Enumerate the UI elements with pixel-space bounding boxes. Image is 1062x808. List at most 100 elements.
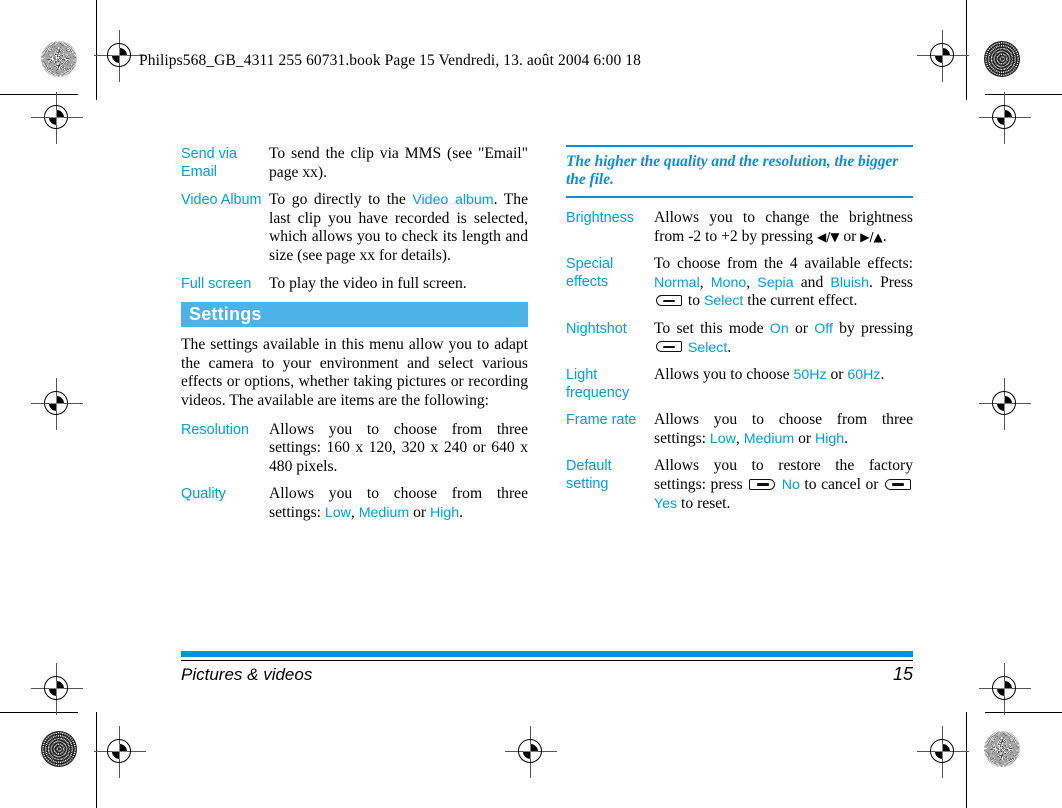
registration-crosshair-bottom-right	[917, 726, 969, 778]
section-heading-settings: Settings	[181, 302, 528, 328]
definition-description: To choose from the 4 available effects: …	[654, 255, 913, 311]
highlighted-value: 50Hz	[793, 367, 827, 384]
definition-description: To send the clip via MMS (see "Email" pa…	[269, 145, 528, 182]
definition-term: Full screen	[181, 275, 252, 292]
description-text: .	[459, 503, 464, 521]
definition-term: Nightshot	[566, 320, 627, 337]
definition-term: Special effects	[566, 256, 614, 290]
highlighted-value: Bluish	[830, 274, 870, 291]
page-footer: Pictures & videos 15	[181, 651, 913, 685]
description-text: Allows you to choose from three settings…	[269, 420, 528, 475]
footer-text-row: Pictures & videos 15	[181, 664, 913, 685]
description-text: or	[839, 227, 861, 245]
note-text: The higher the quality and the resolutio…	[566, 153, 899, 188]
highlighted-value: Mono	[710, 274, 747, 291]
definition-term: Brightness	[566, 210, 634, 226]
definition-row: Frame rate Allows you to choose from thre…	[566, 411, 913, 448]
definition-description: Allows you to choose from three settings…	[269, 421, 528, 477]
left-column: Send via Email To send the clip via MMS (…	[181, 145, 528, 532]
description-text: and	[793, 273, 831, 291]
registration-crosshair-top-right	[917, 30, 969, 82]
description-text: To set this mode	[654, 319, 770, 337]
definition-row: Full screen To play the video in full scr…	[181, 275, 528, 294]
registration-crosshair-upper-right	[979, 92, 1031, 144]
registration-crosshair-lower-right	[979, 663, 1031, 715]
highlighted-value: Low	[324, 504, 351, 521]
description-text: or	[826, 366, 848, 384]
description-text: to reset.	[677, 494, 731, 512]
definition-term: Quality	[181, 486, 226, 503]
left-softkey-icon	[656, 341, 682, 353]
description-text: .	[880, 366, 885, 384]
description-text: ,	[350, 503, 359, 521]
footer-rule	[181, 660, 913, 661]
description-text: .	[844, 429, 849, 447]
description-text: .	[727, 338, 732, 356]
definition-term: Light frequency	[566, 367, 630, 401]
definition-description: Allows you to choose 50Hz or 60Hz.	[654, 366, 913, 402]
left-softkey-icon	[885, 478, 911, 490]
description-text: the current effect.	[743, 292, 858, 310]
definition-term: Resolution	[181, 421, 249, 438]
navigation-arrows-icon: ▶/▲	[860, 229, 883, 244]
description-text: to cancel or	[799, 475, 883, 493]
description-text: ,	[735, 429, 744, 447]
registration-rosette-top-left	[41, 41, 77, 77]
footer-accent-bar	[181, 651, 913, 657]
navigation-arrows-icon: ◀/▼	[816, 229, 840, 244]
registration-crosshair-middle-right	[979, 378, 1031, 430]
definition-row: Brightness Allows you to change the brigh…	[566, 209, 913, 246]
definition-row: Video Album To go directly to the Video a…	[181, 191, 528, 265]
definition-row: Quality Allows you to choose from three s…	[181, 485, 528, 522]
highlighted-value: Medium	[743, 430, 795, 447]
definition-description: To set this mode On or Off by pressing S…	[654, 320, 913, 357]
highlighted-value: Low	[709, 430, 736, 447]
description-text: ,	[699, 273, 711, 291]
highlighted-value: Video album	[412, 192, 494, 209]
left-definition-list-top: Send via Email To send the clip via MMS (…	[181, 145, 528, 293]
highlighted-value: Sepia	[757, 274, 794, 291]
highlighted-value: No	[781, 476, 800, 493]
description-text: To go directly to the	[269, 191, 413, 209]
note-callout: The higher the quality and the resolutio…	[566, 145, 913, 198]
definition-description: Allows you to change the brightness from…	[654, 209, 913, 246]
registration-crosshair-bottom-left	[94, 726, 146, 778]
left-softkey-icon	[656, 295, 682, 307]
registration-crosshair-middle-left	[31, 378, 83, 430]
registration-crosshair-upper-left	[31, 92, 83, 144]
highlighted-value: Select	[703, 293, 744, 310]
description-text: To send the clip via MMS (see "Email" pa…	[269, 145, 528, 181]
running-header: Philips568_GB_4311 255 60731.book Page 1…	[139, 52, 641, 69]
description-text: Allows you to choose	[654, 366, 794, 384]
right-column: The higher the quality and the resolutio…	[566, 145, 913, 522]
registration-crosshair-bottom-center	[505, 726, 557, 778]
description-text: or	[788, 319, 815, 337]
definition-description: Allows you to choose from three settings…	[269, 485, 528, 522]
description-text: or	[409, 503, 430, 521]
highlighted-value: Yes	[654, 495, 678, 512]
highlighted-value: High	[814, 430, 845, 447]
highlighted-value: Medium	[358, 504, 410, 521]
definition-term: Default setting	[566, 458, 612, 492]
definition-term: Send via Email	[181, 146, 238, 180]
right-softkey-icon	[749, 478, 776, 490]
registration-crosshair-lower-left	[31, 663, 83, 715]
definition-description: Allows you to restore the factory settin…	[654, 457, 913, 513]
definition-description: To go directly to the Video album. The l…	[269, 191, 528, 265]
registration-rosette-top-right	[984, 41, 1020, 77]
footer-page-number: 15	[892, 664, 913, 684]
footer-chapter-title: Pictures & videos	[181, 665, 313, 684]
definition-row: Default setting Allows you to restore the…	[566, 457, 913, 513]
registration-rosette-bottom-right	[984, 731, 1020, 767]
definition-term: Frame rate	[566, 412, 637, 429]
definition-term: Video Album	[181, 192, 262, 209]
definition-description: Allows you to choose from three settings…	[654, 411, 913, 448]
printed-page: Philips568_GB_4311 255 60731.book Page 1…	[0, 0, 1062, 808]
registration-rosette-bottom-left	[41, 731, 77, 767]
description-text: to	[684, 292, 704, 310]
description-text: by pressing	[832, 319, 913, 337]
highlighted-value: Off	[814, 320, 833, 337]
highlighted-value: 60Hz	[847, 367, 881, 384]
description-text: ,	[746, 273, 758, 291]
settings-intro-paragraph: The settings available in this menu allo…	[181, 336, 528, 409]
